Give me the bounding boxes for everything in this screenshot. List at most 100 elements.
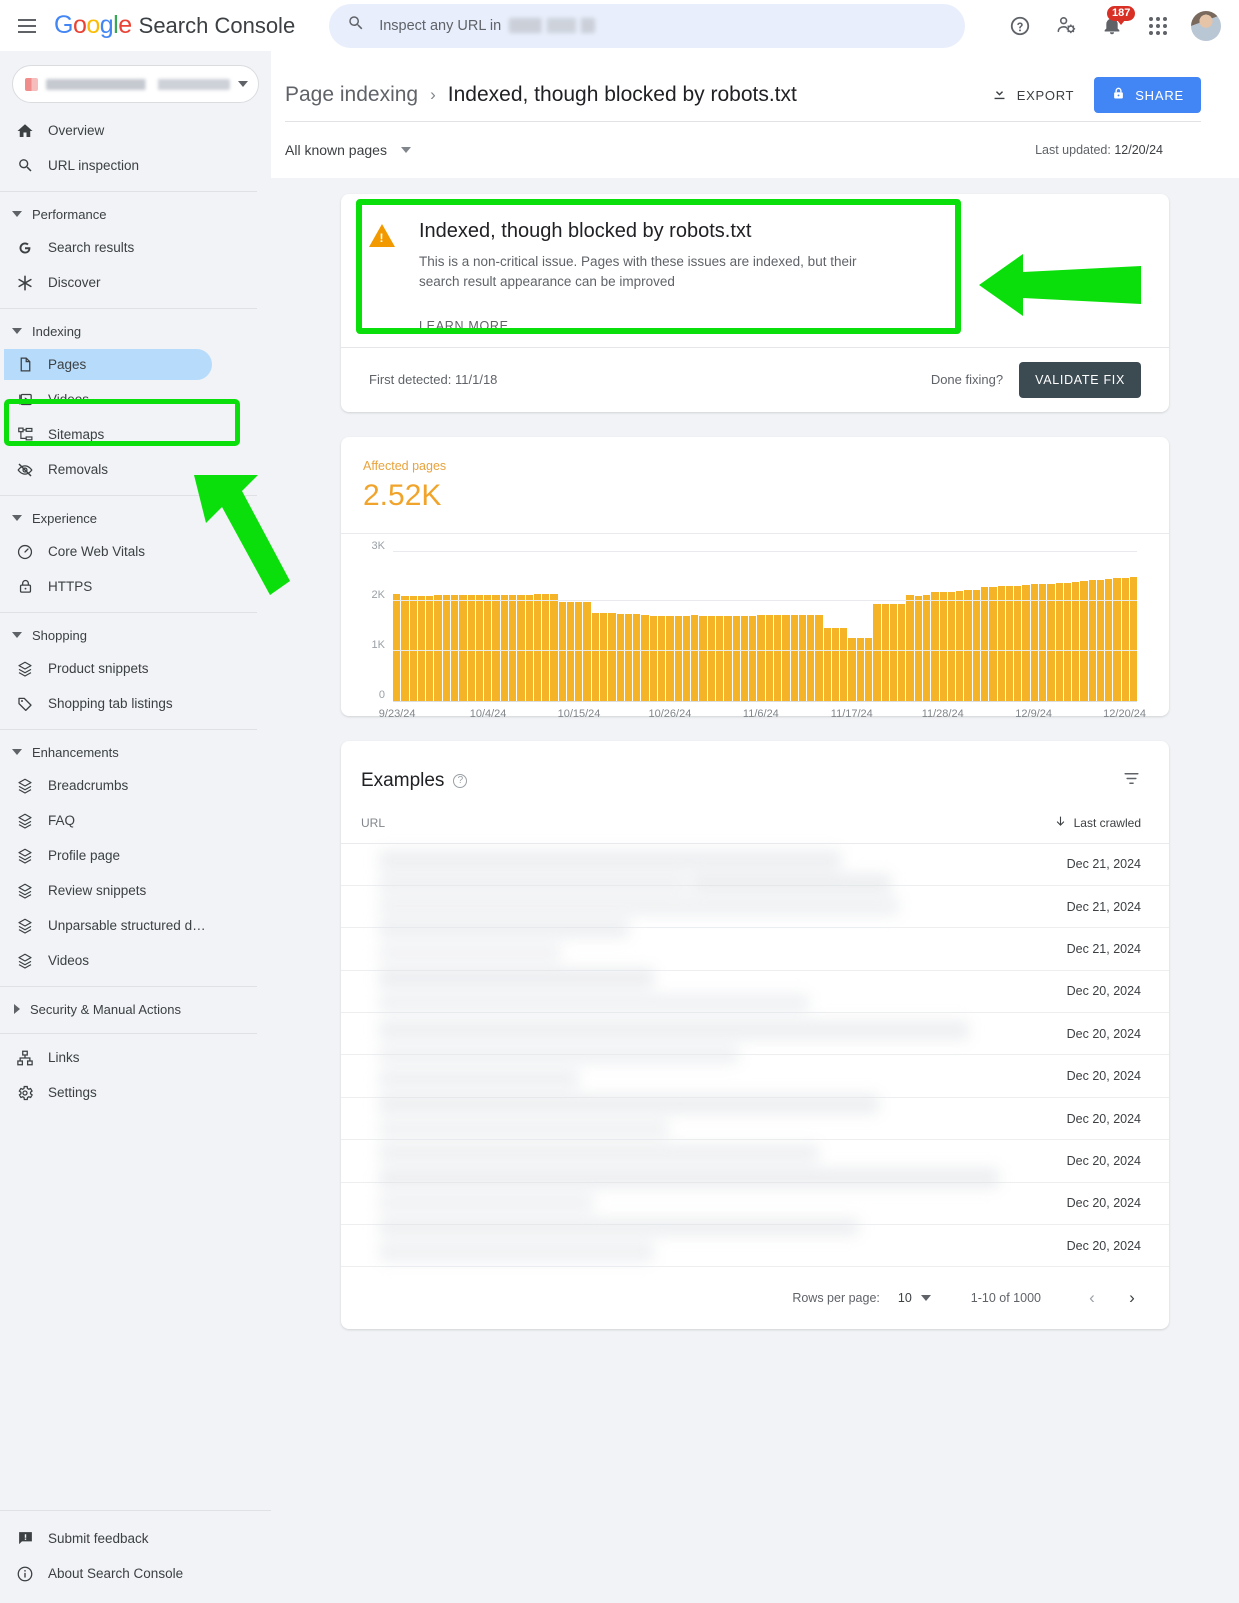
chart-bar[interactable] <box>749 616 756 701</box>
page-scope-dropdown[interactable]: All known pages <box>285 142 411 158</box>
chart-bar[interactable] <box>1097 580 1104 701</box>
chart-bar[interactable] <box>393 594 400 701</box>
sidebar-item-shopping-tab-listings[interactable]: Shopping tab listings <box>0 686 271 721</box>
user-avatar[interactable] <box>1191 11 1221 41</box>
table-row[interactable]: Dec 20, 2024 <box>341 1225 1169 1267</box>
sidebar-item-removals[interactable]: Removals <box>0 452 271 487</box>
sidebar-section-security-manual-actions[interactable]: Security & Manual Actions <box>0 993 271 1025</box>
chart-bar[interactable] <box>509 595 516 701</box>
table-row[interactable]: Dec 20, 2024 <box>341 1140 1169 1182</box>
chart-bar[interactable] <box>625 614 632 700</box>
chart-bar[interactable] <box>1039 584 1046 701</box>
chart-bar[interactable] <box>451 595 458 700</box>
chart-bar[interactable] <box>534 594 541 700</box>
chart-bar[interactable] <box>699 616 706 701</box>
sidebar-section-experience[interactable]: Experience <box>0 502 271 534</box>
chart-bar[interactable] <box>766 615 773 700</box>
table-row[interactable]: Dec 20, 2024 <box>341 1013 1169 1055</box>
previous-page-button[interactable]: ‹ <box>1079 1285 1105 1311</box>
chart-bar[interactable] <box>873 604 880 700</box>
chart-bar[interactable] <box>848 638 855 701</box>
chart-bar[interactable] <box>733 616 740 701</box>
sidebar-item-links[interactable]: Links <box>0 1040 271 1075</box>
sidebar-section-indexing[interactable]: Indexing <box>0 315 271 347</box>
apps-grid-icon[interactable] <box>1145 13 1171 39</box>
sidebar-item-search-results[interactable]: Search results <box>0 230 271 265</box>
chart-bar[interactable] <box>840 628 847 700</box>
column-header-last-crawled[interactable]: Last crawled <box>1054 815 1141 831</box>
chart-bar[interactable] <box>1130 577 1137 701</box>
sidebar-item-submit-feedback[interactable]: Submit feedback <box>0 1521 271 1556</box>
next-page-button[interactable]: › <box>1119 1285 1145 1311</box>
chart-bar[interactable] <box>1105 579 1112 701</box>
notifications-icon[interactable]: 187 <box>1099 13 1125 39</box>
chart-bar[interactable] <box>1089 580 1096 700</box>
table-row[interactable]: Dec 20, 2024 <box>341 1098 1169 1140</box>
chart-bar[interactable] <box>890 604 897 701</box>
chart-bar[interactable] <box>973 590 980 701</box>
chart-bar[interactable] <box>832 628 839 700</box>
chart-bar[interactable] <box>675 616 682 701</box>
help-circle-icon[interactable]: ? <box>453 774 467 788</box>
chart-bar[interactable] <box>898 604 905 701</box>
chart-bar[interactable] <box>807 615 814 701</box>
help-circle-icon[interactable] <box>1007 13 1033 39</box>
sidebar-item-profile-page[interactable]: Profile page <box>0 838 271 873</box>
rows-per-page-value[interactable]: 10 <box>898 1291 912 1305</box>
chart-bar[interactable] <box>583 602 590 701</box>
chart-bar[interactable] <box>633 614 640 700</box>
url-inspection-search[interactable]: Inspect any URL in <box>329 4 965 48</box>
validate-fix-button[interactable]: VALIDATE FIX <box>1019 362 1141 398</box>
sidebar-item-sitemaps[interactable]: Sitemaps <box>0 417 271 452</box>
sidebar-item-overview[interactable]: Overview <box>0 113 271 148</box>
table-row[interactable]: Dec 21, 2024 <box>341 886 1169 928</box>
chart-bar[interactable] <box>989 587 996 701</box>
chart-bar[interactable] <box>981 587 988 701</box>
breadcrumb-parent[interactable]: Page indexing <box>285 83 418 107</box>
sidebar-item-settings[interactable]: Settings <box>0 1075 271 1110</box>
chart-bar[interactable] <box>923 595 930 700</box>
chart-bar[interactable] <box>542 594 549 700</box>
chart-bar[interactable] <box>434 595 441 700</box>
sidebar-item-pages[interactable]: Pages <box>0 347 271 382</box>
chart-bar[interactable] <box>492 595 499 700</box>
chart-bar[interactable] <box>617 614 624 701</box>
chart-bar[interactable] <box>600 613 607 701</box>
chart-bar[interactable] <box>592 613 599 700</box>
property-selector[interactable] <box>12 65 259 103</box>
chart-bar[interactable] <box>757 615 764 700</box>
sidebar-item-product-snippets[interactable]: Product snippets <box>0 651 271 686</box>
chart-bar[interactable] <box>1031 584 1038 700</box>
sidebar-item-breadcrumbs[interactable]: Breadcrumbs <box>0 768 271 803</box>
chart-bar[interactable] <box>1022 585 1029 701</box>
chevron-down-icon[interactable] <box>921 1295 931 1301</box>
sidebar-item-review-snippets[interactable]: Review snippets <box>0 873 271 908</box>
chart-bar[interactable] <box>517 595 524 701</box>
chart-bar[interactable] <box>964 590 971 701</box>
chart-bar[interactable] <box>998 586 1005 700</box>
learn-more-link[interactable]: LEARN MORE <box>419 319 1141 333</box>
share-button[interactable]: SHARE <box>1094 77 1201 113</box>
export-button[interactable]: EXPORT <box>987 79 1078 111</box>
chart-bar[interactable] <box>741 616 748 701</box>
account-settings-icon[interactable] <box>1053 13 1079 39</box>
chart-bar[interactable] <box>782 615 789 700</box>
chart-bar[interactable] <box>791 615 798 700</box>
chart-bar[interactable] <box>526 595 533 701</box>
chart-bar[interactable] <box>608 613 615 700</box>
sidebar-item-url-inspection[interactable]: URL inspection <box>0 148 271 183</box>
chart-bar[interactable] <box>857 638 864 701</box>
sidebar-section-shopping[interactable]: Shopping <box>0 619 271 651</box>
chart-bar[interactable] <box>716 616 723 701</box>
table-row[interactable]: Dec 20, 2024 <box>341 971 1169 1013</box>
chart-bar[interactable] <box>940 592 947 700</box>
chart-bar[interactable] <box>575 602 582 701</box>
chart-bar[interactable] <box>418 596 425 701</box>
chart-bar[interactable] <box>641 615 648 701</box>
chart-bar[interactable] <box>443 595 450 700</box>
table-row[interactable]: Dec 21, 2024 <box>341 844 1169 886</box>
chart-bar[interactable] <box>882 604 889 700</box>
chart-bar[interactable] <box>683 616 690 701</box>
chart-bar[interactable] <box>476 595 483 700</box>
chart-bar[interactable] <box>501 595 508 701</box>
